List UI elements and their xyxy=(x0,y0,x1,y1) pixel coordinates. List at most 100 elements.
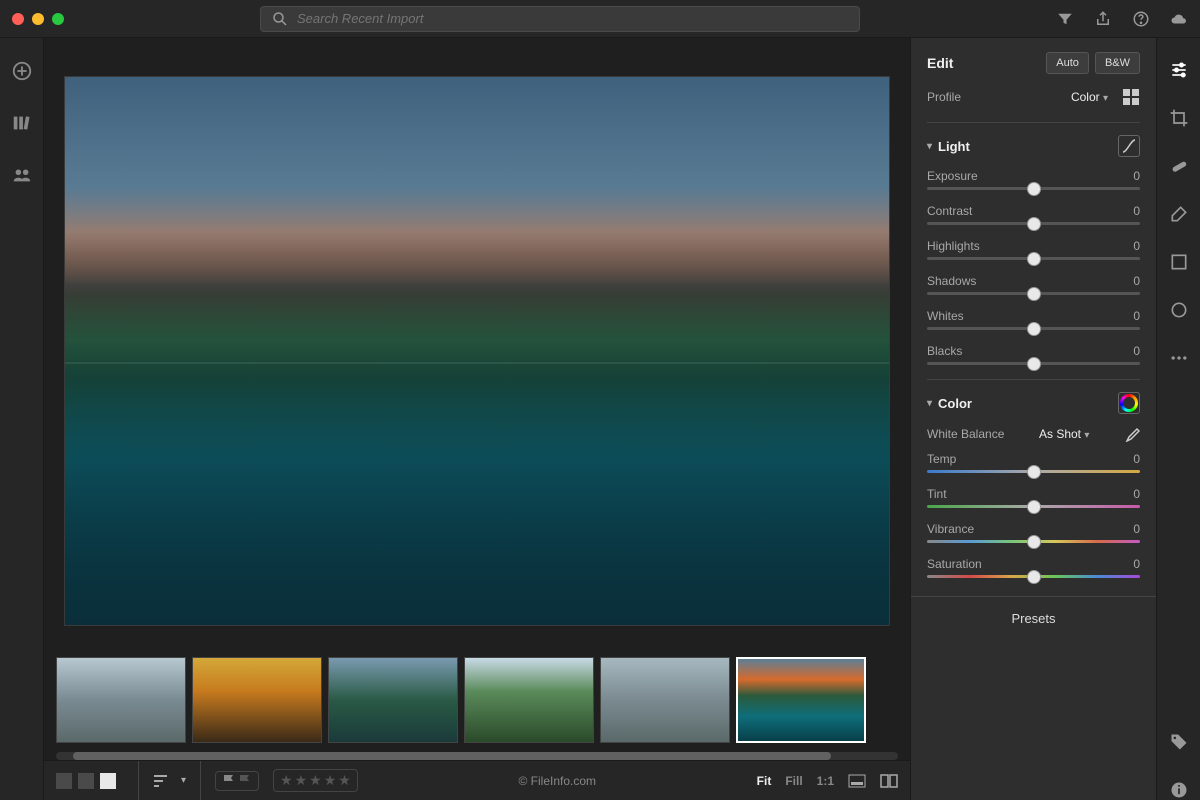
star-icon: ★ xyxy=(309,772,322,789)
saturation-label: Saturation xyxy=(927,557,982,571)
window-controls xyxy=(12,13,64,25)
contrast-slider[interactable] xyxy=(927,222,1140,225)
thumbnail[interactable] xyxy=(192,657,322,743)
left-nav-rail xyxy=(0,38,44,800)
compare-view-icon[interactable] xyxy=(880,774,898,788)
search-icon xyxy=(271,10,289,28)
temp-slider[interactable] xyxy=(927,470,1140,473)
shadows-slider[interactable] xyxy=(927,292,1140,295)
zoom-fill-button[interactable]: Fill xyxy=(785,774,802,788)
vibrance-value: 0 xyxy=(1133,522,1140,536)
close-window-button[interactable] xyxy=(12,13,24,25)
watermark-text: © FileInfo.com xyxy=(518,774,596,788)
chevron-down-icon: ▾ xyxy=(1084,430,1089,441)
profile-label: Profile xyxy=(927,90,961,104)
view-original-icon[interactable] xyxy=(848,774,866,788)
chevron-down-icon: ▾ xyxy=(1103,93,1108,104)
star-icon: ★ xyxy=(338,772,351,789)
tag-icon[interactable] xyxy=(1169,732,1189,752)
color-section-title: Color xyxy=(938,396,972,411)
highlights-slider[interactable] xyxy=(927,257,1140,260)
tint-slider[interactable] xyxy=(927,505,1140,508)
whites-slider[interactable] xyxy=(927,327,1140,330)
titlebar xyxy=(0,0,1200,38)
tint-label: Tint xyxy=(927,487,947,501)
sort-control[interactable]: ▾ xyxy=(138,761,201,800)
chevron-down-icon: ▾ xyxy=(181,775,186,786)
blacks-label: Blacks xyxy=(927,344,962,358)
thumbnail[interactable] xyxy=(56,657,186,743)
healing-brush-icon[interactable] xyxy=(1169,156,1189,176)
contrast-label: Contrast xyxy=(927,204,972,218)
thumbnail-selected[interactable] xyxy=(736,657,866,743)
saturation-value: 0 xyxy=(1133,557,1140,571)
filter-icon[interactable] xyxy=(1056,10,1074,28)
filmstrip xyxy=(44,652,910,748)
linear-gradient-icon[interactable] xyxy=(1169,252,1189,272)
radial-gradient-icon[interactable] xyxy=(1169,300,1189,320)
minimize-window-button[interactable] xyxy=(32,13,44,25)
temp-value: 0 xyxy=(1133,452,1140,466)
profile-browser-icon[interactable] xyxy=(1122,88,1140,106)
thumbnail[interactable] xyxy=(464,657,594,743)
tint-value: 0 xyxy=(1133,487,1140,501)
grid-view-medium-icon[interactable] xyxy=(78,773,94,789)
rating-stars[interactable]: ★ ★ ★ ★ ★ xyxy=(273,769,358,792)
light-section-toggle[interactable]: ▾ Light xyxy=(927,139,970,154)
maximize-window-button[interactable] xyxy=(52,13,64,25)
white-balance-label: White Balance xyxy=(927,427,1004,441)
library-icon[interactable] xyxy=(11,112,33,134)
tone-curve-icon xyxy=(1122,139,1136,153)
zoom-fit-button[interactable]: Fit xyxy=(757,774,772,788)
sort-icon xyxy=(153,774,171,788)
single-view-icon[interactable] xyxy=(100,773,116,789)
grid-view-small-icon[interactable] xyxy=(56,773,72,789)
add-photos-icon[interactable] xyxy=(11,60,33,82)
search-input[interactable] xyxy=(297,11,849,26)
thumbnail[interactable] xyxy=(328,657,458,743)
edit-sliders-icon[interactable] xyxy=(1169,60,1189,80)
flag-buttons[interactable] xyxy=(215,771,259,791)
bw-button[interactable]: B&W xyxy=(1095,52,1140,74)
star-icon: ★ xyxy=(324,772,337,789)
flag-reject-icon xyxy=(238,774,252,788)
sharing-icon[interactable] xyxy=(11,164,33,186)
tone-curve-button[interactable] xyxy=(1118,135,1140,157)
auto-button[interactable]: Auto xyxy=(1046,52,1089,74)
profile-value[interactable]: Color ▾ xyxy=(1071,90,1108,104)
chevron-down-icon: ▾ xyxy=(927,141,932,152)
edit-panel: Edit Auto B&W Profile Color ▾ ▾ Light Ex… xyxy=(910,38,1156,800)
exposure-label: Exposure xyxy=(927,169,978,183)
color-mixer-button[interactable] xyxy=(1118,392,1140,414)
highlights-value: 0 xyxy=(1133,239,1140,253)
brush-icon[interactable] xyxy=(1169,204,1189,224)
more-icon[interactable] xyxy=(1169,348,1189,368)
highlights-label: Highlights xyxy=(927,239,980,253)
blacks-value: 0 xyxy=(1133,344,1140,358)
zoom-1to1-button[interactable]: 1:1 xyxy=(817,774,834,788)
vibrance-slider[interactable] xyxy=(927,540,1140,543)
color-section-toggle[interactable]: ▾ Color xyxy=(927,396,972,411)
main-photo[interactable] xyxy=(64,76,890,626)
canvas-area xyxy=(44,38,910,652)
color-wheel-icon xyxy=(1120,394,1138,412)
info-icon[interactable] xyxy=(1169,780,1189,800)
exposure-slider[interactable] xyxy=(927,187,1140,190)
search-bar[interactable] xyxy=(260,6,860,32)
saturation-slider[interactable] xyxy=(927,575,1140,578)
thumbnail[interactable] xyxy=(600,657,730,743)
white-balance-value[interactable]: As Shot ▾ xyxy=(1039,427,1089,441)
light-section-title: Light xyxy=(938,139,970,154)
filmstrip-scrollbar[interactable] xyxy=(56,752,898,760)
blacks-slider[interactable] xyxy=(927,362,1140,365)
chevron-down-icon: ▾ xyxy=(927,398,932,409)
cloud-sync-icon[interactable] xyxy=(1170,10,1188,28)
crop-icon[interactable] xyxy=(1169,108,1189,128)
presets-button[interactable]: Presets xyxy=(911,596,1156,640)
whites-value: 0 xyxy=(1133,309,1140,323)
help-icon[interactable] xyxy=(1132,10,1150,28)
share-icon[interactable] xyxy=(1094,10,1112,28)
eyedropper-icon[interactable] xyxy=(1124,426,1140,442)
star-icon: ★ xyxy=(295,772,308,789)
shadows-label: Shadows xyxy=(927,274,976,288)
